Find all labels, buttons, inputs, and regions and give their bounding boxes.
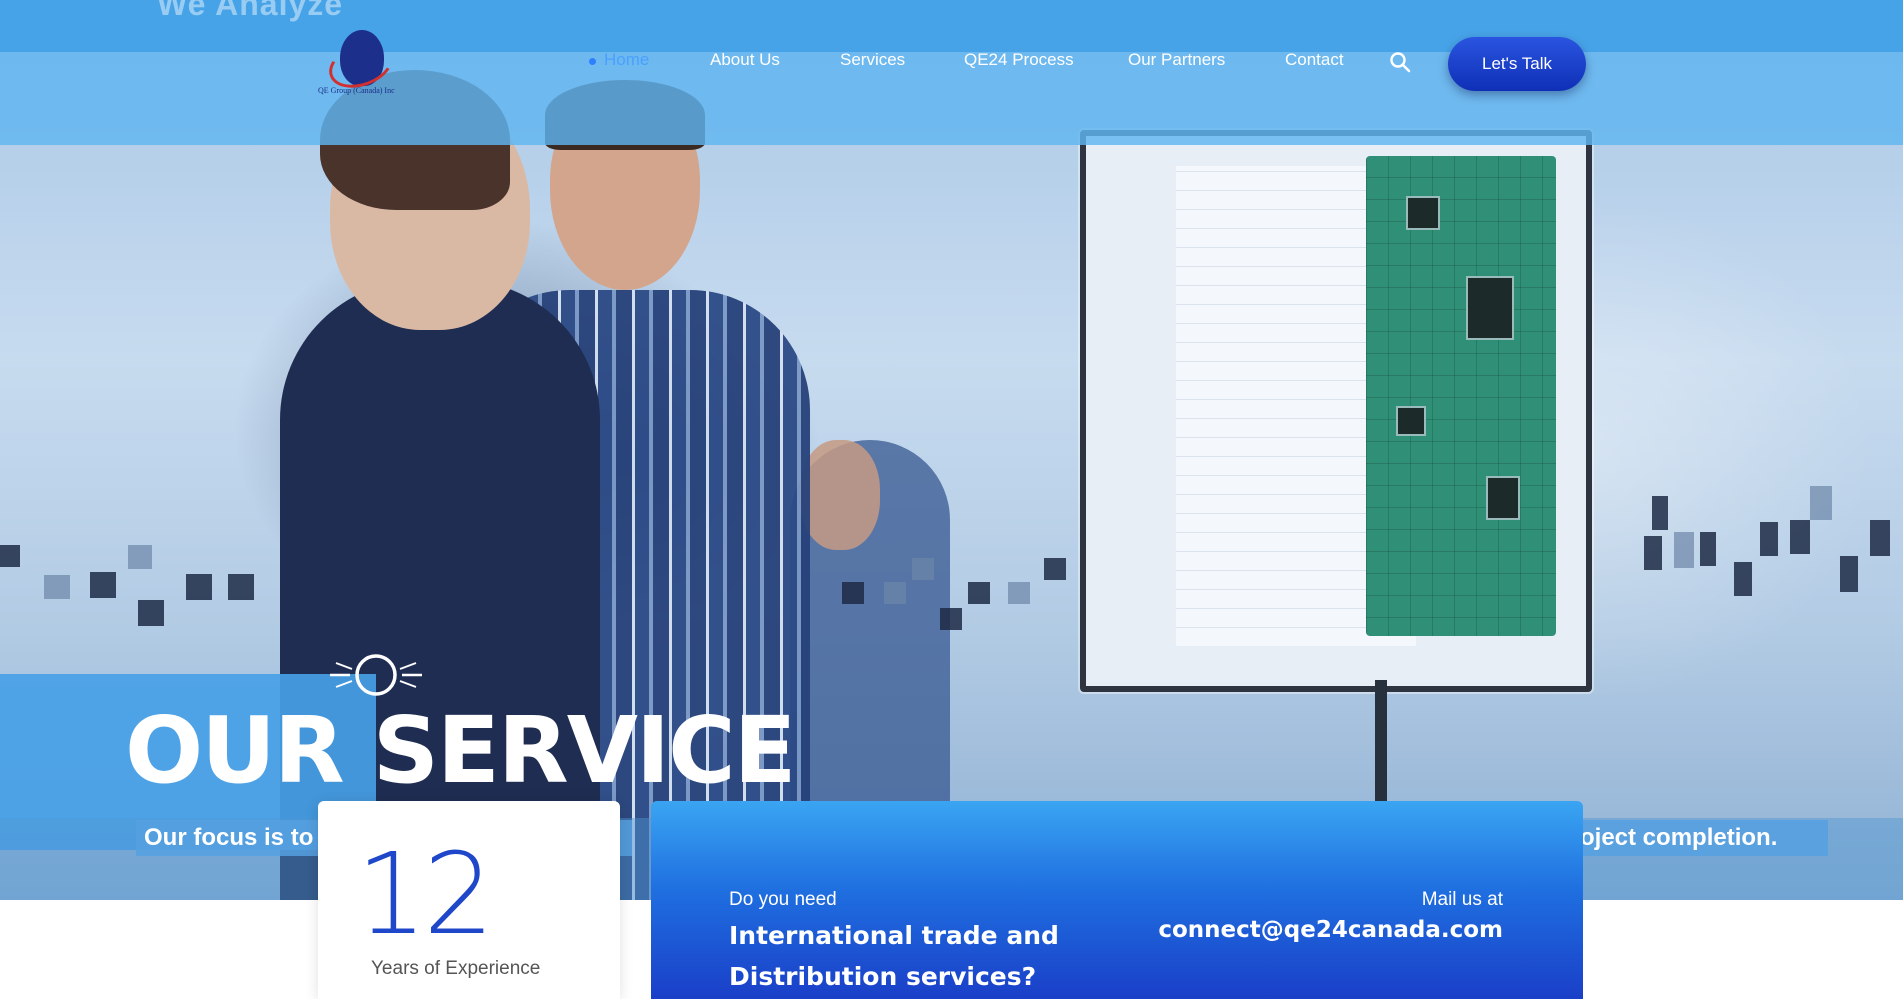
experience-number: 12 <box>356 830 495 960</box>
hero-title: OUR SERVICE <box>125 697 797 804</box>
decor-pixel <box>44 575 70 599</box>
nav-active-dot-icon <box>589 58 596 65</box>
question-headline: International trade and Distribution ser… <box>729 921 1059 991</box>
nav-item-services[interactable]: Services <box>840 50 905 70</box>
decor-pixel <box>1760 522 1778 556</box>
decor-pixel <box>1674 532 1694 568</box>
decor-pixel <box>1734 562 1752 596</box>
experience-card: 12 Years of Experience <box>318 801 620 999</box>
sun-icon <box>328 650 424 700</box>
hero-section: We Analyze QE Group (Canada) Inc Home Ab… <box>0 0 1903 900</box>
question-intro: Do you need <box>729 889 837 910</box>
logo-text: QE Group (Canada) Inc <box>318 86 395 95</box>
mail-address-link[interactable]: connect@qe24canada.com <box>1158 917 1503 943</box>
decor-pixel <box>1044 558 1066 580</box>
site-header <box>0 52 1903 145</box>
decor-pixel <box>912 558 934 580</box>
hero-subtitle-right: oject completion. <box>1570 820 1828 856</box>
decor-pixel <box>842 582 864 604</box>
experience-label: Years of Experience <box>371 958 541 979</box>
lets-talk-button[interactable]: Let's Talk <box>1448 37 1586 91</box>
decor-pixel <box>968 582 990 604</box>
decor-pixel <box>1810 486 1832 520</box>
nav-item-about-us[interactable]: About Us <box>710 50 780 70</box>
nav-item-home[interactable]: Home <box>604 50 649 70</box>
decor-pixel <box>1644 536 1662 570</box>
decor-pixel <box>1008 582 1030 604</box>
hero-monitor <box>1080 130 1592 692</box>
decor-pixel <box>1840 556 1858 592</box>
decor-pixel <box>90 572 116 598</box>
top-strip-text: We Analyze <box>157 0 344 22</box>
nav-item-qe24-process[interactable]: QE24 Process <box>964 50 1074 70</box>
search-icon[interactable] <box>1389 51 1411 73</box>
nav-item-contact[interactable]: Contact <box>1285 50 1344 70</box>
nav-item-our-partners[interactable]: Our Partners <box>1128 50 1225 70</box>
decor-pixel <box>0 545 20 567</box>
decor-pixel <box>1790 520 1810 554</box>
decor-pixel <box>1652 496 1668 530</box>
decor-pixel <box>1700 532 1716 566</box>
decor-pixel <box>128 545 152 569</box>
contact-card: Do you need International trade and Dist… <box>651 801 1583 999</box>
decor-pixel <box>1870 520 1890 556</box>
decor-pixel <box>884 582 906 604</box>
decor-pixel <box>138 600 164 626</box>
top-strip: We Analyze <box>0 0 1903 52</box>
decor-pixel <box>228 574 254 600</box>
site-logo[interactable]: QE Group (Canada) Inc <box>318 30 418 100</box>
decor-pixel <box>186 574 212 600</box>
mail-intro: Mail us at <box>1421 889 1503 910</box>
decor-pixel <box>940 608 962 630</box>
